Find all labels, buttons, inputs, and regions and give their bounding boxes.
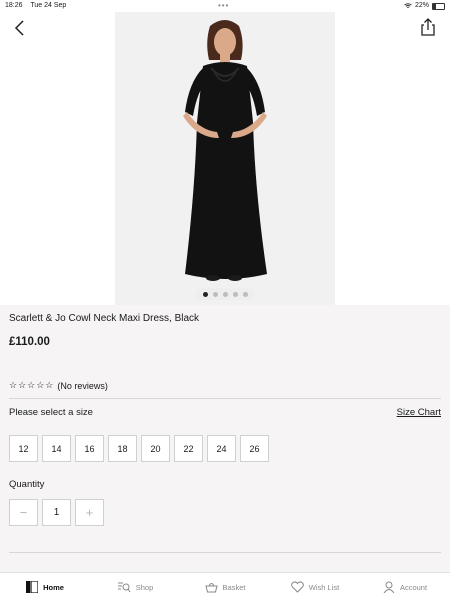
size-option-12[interactable]: 12 [9,435,38,462]
tab-home[interactable]: Home [0,573,90,601]
battery-percent: 22% [414,2,429,9]
bottom-tab-bar: Home Shop Basket Wish List Account [0,572,450,601]
status-date: Tue 24 Sep [30,2,67,9]
heart-icon [290,581,304,593]
carousel-dot[interactable] [232,291,238,297]
shop-search-icon [117,582,131,593]
size-option-22[interactable]: 22 [174,435,203,462]
divider [9,398,441,399]
divider [9,552,441,553]
home-icon [26,581,39,593]
status-bar: 18:26 Tue 24 Sep ••• 22% [0,0,450,12]
size-option-20[interactable]: 20 [141,435,170,462]
tab-label-account: Account [399,582,428,592]
battery-icon [432,2,445,10]
share-icon [421,18,435,36]
size-option-24[interactable]: 24 [207,435,236,462]
tab-wish-list[interactable]: Wish List [270,573,360,601]
size-options: 12 14 16 18 20 22 24 26 [9,435,269,462]
carousel-dot[interactable] [212,291,218,297]
image-carousel-indicator[interactable] [195,288,255,300]
back-button[interactable] [10,18,30,38]
quantity-value[interactable]: 1 [42,499,71,526]
quantity-stepper: − 1 + [9,499,104,526]
tab-account[interactable]: Account [360,573,450,601]
carousel-dot-active[interactable] [202,291,208,297]
carousel-dot[interactable] [242,291,248,297]
share-button[interactable] [418,17,438,37]
model-dress-image [115,12,335,305]
quantity-decrease-button[interactable]: − [9,499,38,526]
status-right: 22% [404,0,445,12]
basket-icon [204,583,218,593]
product-image-area [0,12,450,305]
tab-basket[interactable]: Basket [180,573,270,601]
multitask-dots[interactable]: ••• [218,0,229,12]
wifi-icon [404,3,412,8]
reviews-row[interactable]: ☆☆☆☆☆ (No reviews) [9,380,108,391]
size-chart-link[interactable]: Size Chart [397,407,441,418]
product-price: £110.00 [9,336,50,348]
tab-label-basket: Basket [222,582,246,592]
quantity-label: Quantity [9,479,45,490]
product-photo[interactable] [115,12,335,305]
tab-label-wish-list: Wish List [308,582,340,592]
account-icon [383,581,395,593]
status-left: 18:26 Tue 24 Sep [5,0,72,12]
size-label: Please select a size [9,407,93,418]
carousel-dot[interactable] [222,291,228,297]
status-time: 18:26 [5,2,23,9]
size-option-18[interactable]: 18 [108,435,137,462]
size-option-16[interactable]: 16 [75,435,104,462]
size-option-26[interactable]: 26 [240,435,269,462]
chevron-left-icon [14,20,24,36]
rating-stars-icon: ☆☆☆☆☆ [9,380,55,390]
quantity-increase-button[interactable]: + [75,499,104,526]
tab-label-shop: Shop [135,582,154,592]
tab-label-home: Home [43,582,64,592]
reviews-count: (No reviews) [57,380,108,391]
product-title: Scarlett & Jo Cowl Neck Maxi Dress, Blac… [9,313,200,324]
tab-shop[interactable]: Shop [90,573,180,601]
size-option-14[interactable]: 14 [42,435,71,462]
